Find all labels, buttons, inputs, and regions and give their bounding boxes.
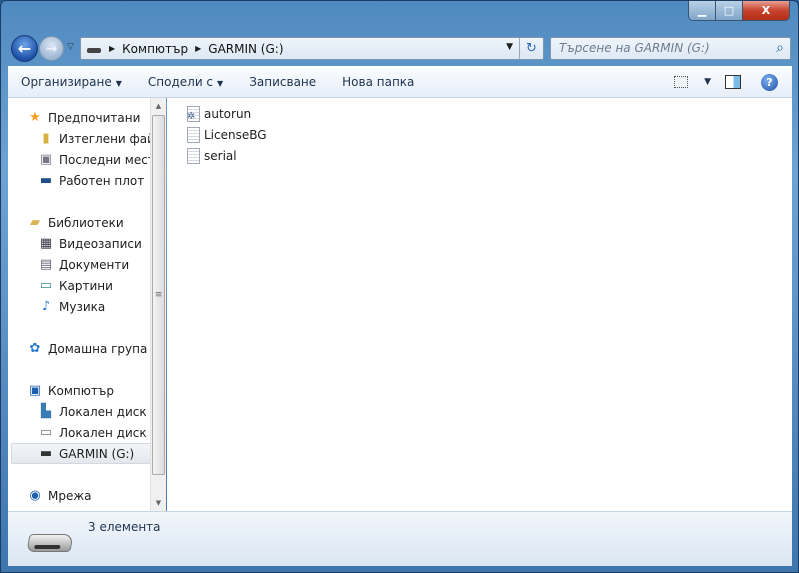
text-file-icon	[187, 127, 200, 143]
drive-icon: ▭	[39, 425, 53, 440]
caption-buttons: ▁ □ X	[688, 1, 790, 21]
sidebar-item-videos[interactable]: ▦ Видеозаписи	[38, 233, 165, 254]
breadcrumb-label: Компютър	[122, 41, 189, 56]
burn-button[interactable]: Записване	[236, 75, 329, 89]
command-bar: Организиране ▼ Сподели с ▼ Записване Нова …	[8, 66, 792, 98]
homegroup-icon: ✿	[29, 341, 41, 356]
view-dropdown-icon[interactable]: ▼	[704, 77, 711, 87]
share-button[interactable]: Сподели с ▼	[135, 75, 236, 89]
drive-icon	[87, 48, 101, 53]
label: Библиотеки	[48, 215, 124, 230]
label: Домашна група	[48, 341, 148, 356]
file-item[interactable]: LicenseBG	[187, 125, 267, 145]
sidebar-item-garmin[interactable]: ▬ GARMIN (G:)	[11, 443, 153, 464]
minimize-button[interactable]: ▁	[689, 1, 716, 20]
desktop-icon: ▬	[39, 173, 53, 188]
recent-pages-dropdown[interactable]: ▽	[67, 42, 74, 52]
label: Картини	[59, 278, 113, 293]
file-list: ✲ autorun LicenseBG serial	[167, 98, 792, 511]
sidebar-item-libraries[interactable]: ▰ Библиотеки	[27, 212, 165, 233]
removable-drive-icon	[26, 534, 74, 552]
label: Работен плот	[59, 173, 145, 188]
scroll-down-arrow[interactable]: ▼	[151, 495, 166, 511]
computer-icon: ▣	[28, 383, 42, 398]
navigation-pane: ★ Предпочитани ▮Изтеглени файлове ▣ Послед…	[8, 98, 166, 511]
label: Видеозаписи	[59, 236, 142, 251]
sidebar-item-downloads[interactable]: ▮Изтеглени файлове	[38, 128, 165, 149]
breadcrumb-garmin[interactable]: GARMIN (G:)	[208, 42, 283, 56]
sidebar-item-music[interactable]: ♪ Музика	[38, 296, 165, 317]
label: Музика	[59, 299, 106, 314]
breadcrumb-computer[interactable]: Компютър	[122, 42, 188, 56]
explorer-window: ▁ □ X ← → ▽ ▶ Компютър ▶ GARMIN (G:) ▼ ↻…	[0, 0, 799, 573]
navigation-scrollbar[interactable]: ▲ ≡ ▼	[150, 98, 166, 511]
label: Мрежа	[48, 488, 92, 503]
file-item[interactable]: ✲ autorun	[187, 104, 251, 124]
view-options-icon[interactable]	[674, 76, 689, 88]
label: Последни места	[59, 152, 163, 167]
libraries-folder-icon: ▰	[30, 215, 40, 230]
breadcrumb-label: GARMIN (G:)	[208, 41, 284, 56]
search-input[interactable]: Търсене на GARMIN (G:) ⌕	[550, 37, 791, 60]
sidebar-item-local-disk-d[interactable]: ▭ Локален диск (D:)	[38, 422, 165, 443]
star-icon: ★	[29, 110, 41, 125]
text-file-icon	[187, 148, 200, 164]
sidebar-item-desktop[interactable]: ▬ Работен плот	[38, 170, 165, 191]
organize-label: Организиране	[21, 74, 112, 89]
sidebar-item-recent-places[interactable]: ▣ Последни места	[38, 149, 165, 170]
item-count: 3 елемента	[88, 520, 161, 534]
recent-places-icon: ▣	[39, 152, 53, 167]
share-label: Сподели с	[147, 74, 214, 89]
label: Документи	[59, 257, 130, 272]
address-dropdown-icon[interactable]: ▼	[506, 42, 513, 52]
sidebar-item-favorites[interactable]: ★ Предпочитани	[27, 107, 165, 128]
refresh-button[interactable]: ↻	[519, 38, 543, 59]
preview-pane-button[interactable]	[725, 75, 741, 89]
chevron-down-icon: ▼	[217, 78, 224, 88]
maximize-button[interactable]: □	[716, 1, 743, 20]
organize-button[interactable]: Организиране ▼	[8, 75, 135, 89]
forward-button[interactable]: →	[39, 36, 64, 61]
pictures-icon: ▭	[39, 278, 53, 293]
scroll-up-arrow[interactable]: ▲	[151, 98, 166, 114]
sidebar-item-network[interactable]: ◉ Мрежа	[27, 485, 165, 506]
network-icon: ◉	[29, 488, 41, 503]
address-bar[interactable]: ▶ Компютър ▶ GARMIN (G:) ▼ ↻	[80, 37, 544, 60]
label: Компютър	[48, 383, 114, 398]
video-icon: ▦	[39, 236, 53, 251]
label: Предпочитани	[48, 110, 141, 125]
sidebar-item-homegroup[interactable]: ✿ Домашна група	[27, 338, 165, 359]
sidebar-item-pictures[interactable]: ▭ Картини	[38, 275, 165, 296]
downloads-folder-icon: ▮	[42, 131, 50, 146]
details-pane: 3 елемента	[8, 511, 792, 566]
help-button[interactable]: ?	[761, 73, 778, 91]
search-placeholder: Търсене на GARMIN (G:)	[559, 41, 710, 55]
system-drive-icon: ▙	[41, 404, 51, 419]
chevron-down-icon: ▼	[115, 78, 122, 88]
sidebar-item-local-disk-c[interactable]: ▙ Локален диск (C:)	[38, 401, 165, 422]
label: GARMIN (G:)	[59, 446, 135, 461]
file-item[interactable]: serial	[187, 146, 237, 166]
documents-icon: ▤	[39, 257, 53, 272]
removable-drive-icon: ▬	[39, 446, 53, 461]
file-name: autorun	[204, 107, 252, 121]
chevron-right-icon[interactable]: ▶	[195, 44, 201, 53]
sidebar-item-computer[interactable]: ▣ Компютър	[27, 380, 165, 401]
file-name: LicenseBG	[204, 128, 267, 142]
search-icon[interactable]: ⌕	[776, 40, 784, 56]
sidebar-item-documents[interactable]: ▤ Документи	[38, 254, 165, 275]
close-button[interactable]: X	[743, 1, 789, 20]
music-icon: ♪	[41, 299, 51, 314]
back-button[interactable]: ←	[11, 35, 38, 62]
chevron-right-icon[interactable]: ▶	[109, 44, 115, 53]
scroll-thumb[interactable]: ≡	[152, 115, 165, 475]
new-folder-button[interactable]: Нова папка	[329, 75, 427, 89]
file-name: serial	[204, 149, 237, 163]
settings-file-icon: ✲	[187, 106, 200, 122]
